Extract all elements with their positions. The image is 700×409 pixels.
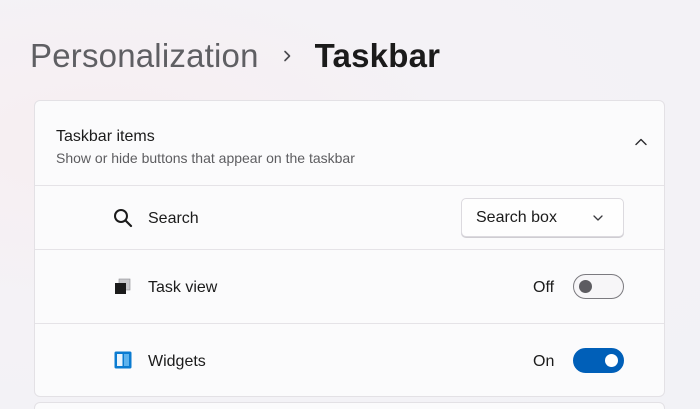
search-row: Search Search box bbox=[35, 186, 664, 250]
task-view-icon bbox=[113, 277, 133, 297]
section-title: Taskbar items bbox=[56, 128, 155, 145]
toggle-knob bbox=[579, 280, 592, 293]
widgets-toggle[interactable] bbox=[573, 348, 624, 373]
page-title: Taskbar bbox=[314, 37, 441, 74]
task-view-label: Task view bbox=[148, 279, 218, 296]
chevron-right-icon bbox=[259, 49, 315, 63]
settings-page: Personalization Taskbar Taskbar items Sh… bbox=[0, 0, 700, 409]
search-icon bbox=[113, 208, 133, 228]
collapse-button[interactable] bbox=[628, 129, 654, 155]
taskbar-items-header[interactable]: Taskbar items Show or hide buttons that … bbox=[35, 101, 664, 186]
toggle-knob bbox=[605, 354, 618, 367]
search-mode-dropdown[interactable]: Search box bbox=[461, 198, 624, 237]
widgets-icon bbox=[113, 350, 133, 370]
task-view-row: Task view Off bbox=[35, 250, 664, 324]
task-view-state-label: Off bbox=[533, 279, 555, 296]
dropdown-selected-value: Search box bbox=[476, 209, 557, 226]
breadcrumb-personalization[interactable]: Personalization bbox=[30, 37, 259, 75]
widgets-row: Widgets On bbox=[35, 324, 664, 396]
taskbar-items-card: Taskbar items Show or hide buttons that … bbox=[34, 100, 665, 397]
task-view-toggle[interactable] bbox=[573, 274, 624, 299]
search-label: Search bbox=[148, 210, 199, 227]
chevron-up-icon bbox=[635, 138, 647, 146]
widgets-state-label: On bbox=[533, 353, 555, 370]
section-subtitle: Show or hide buttons that appear on the … bbox=[56, 150, 355, 166]
next-section-card bbox=[34, 402, 665, 409]
widgets-label: Widgets bbox=[148, 353, 206, 370]
breadcrumb: Personalization Taskbar bbox=[30, 34, 440, 78]
chevron-down-icon bbox=[593, 215, 603, 221]
